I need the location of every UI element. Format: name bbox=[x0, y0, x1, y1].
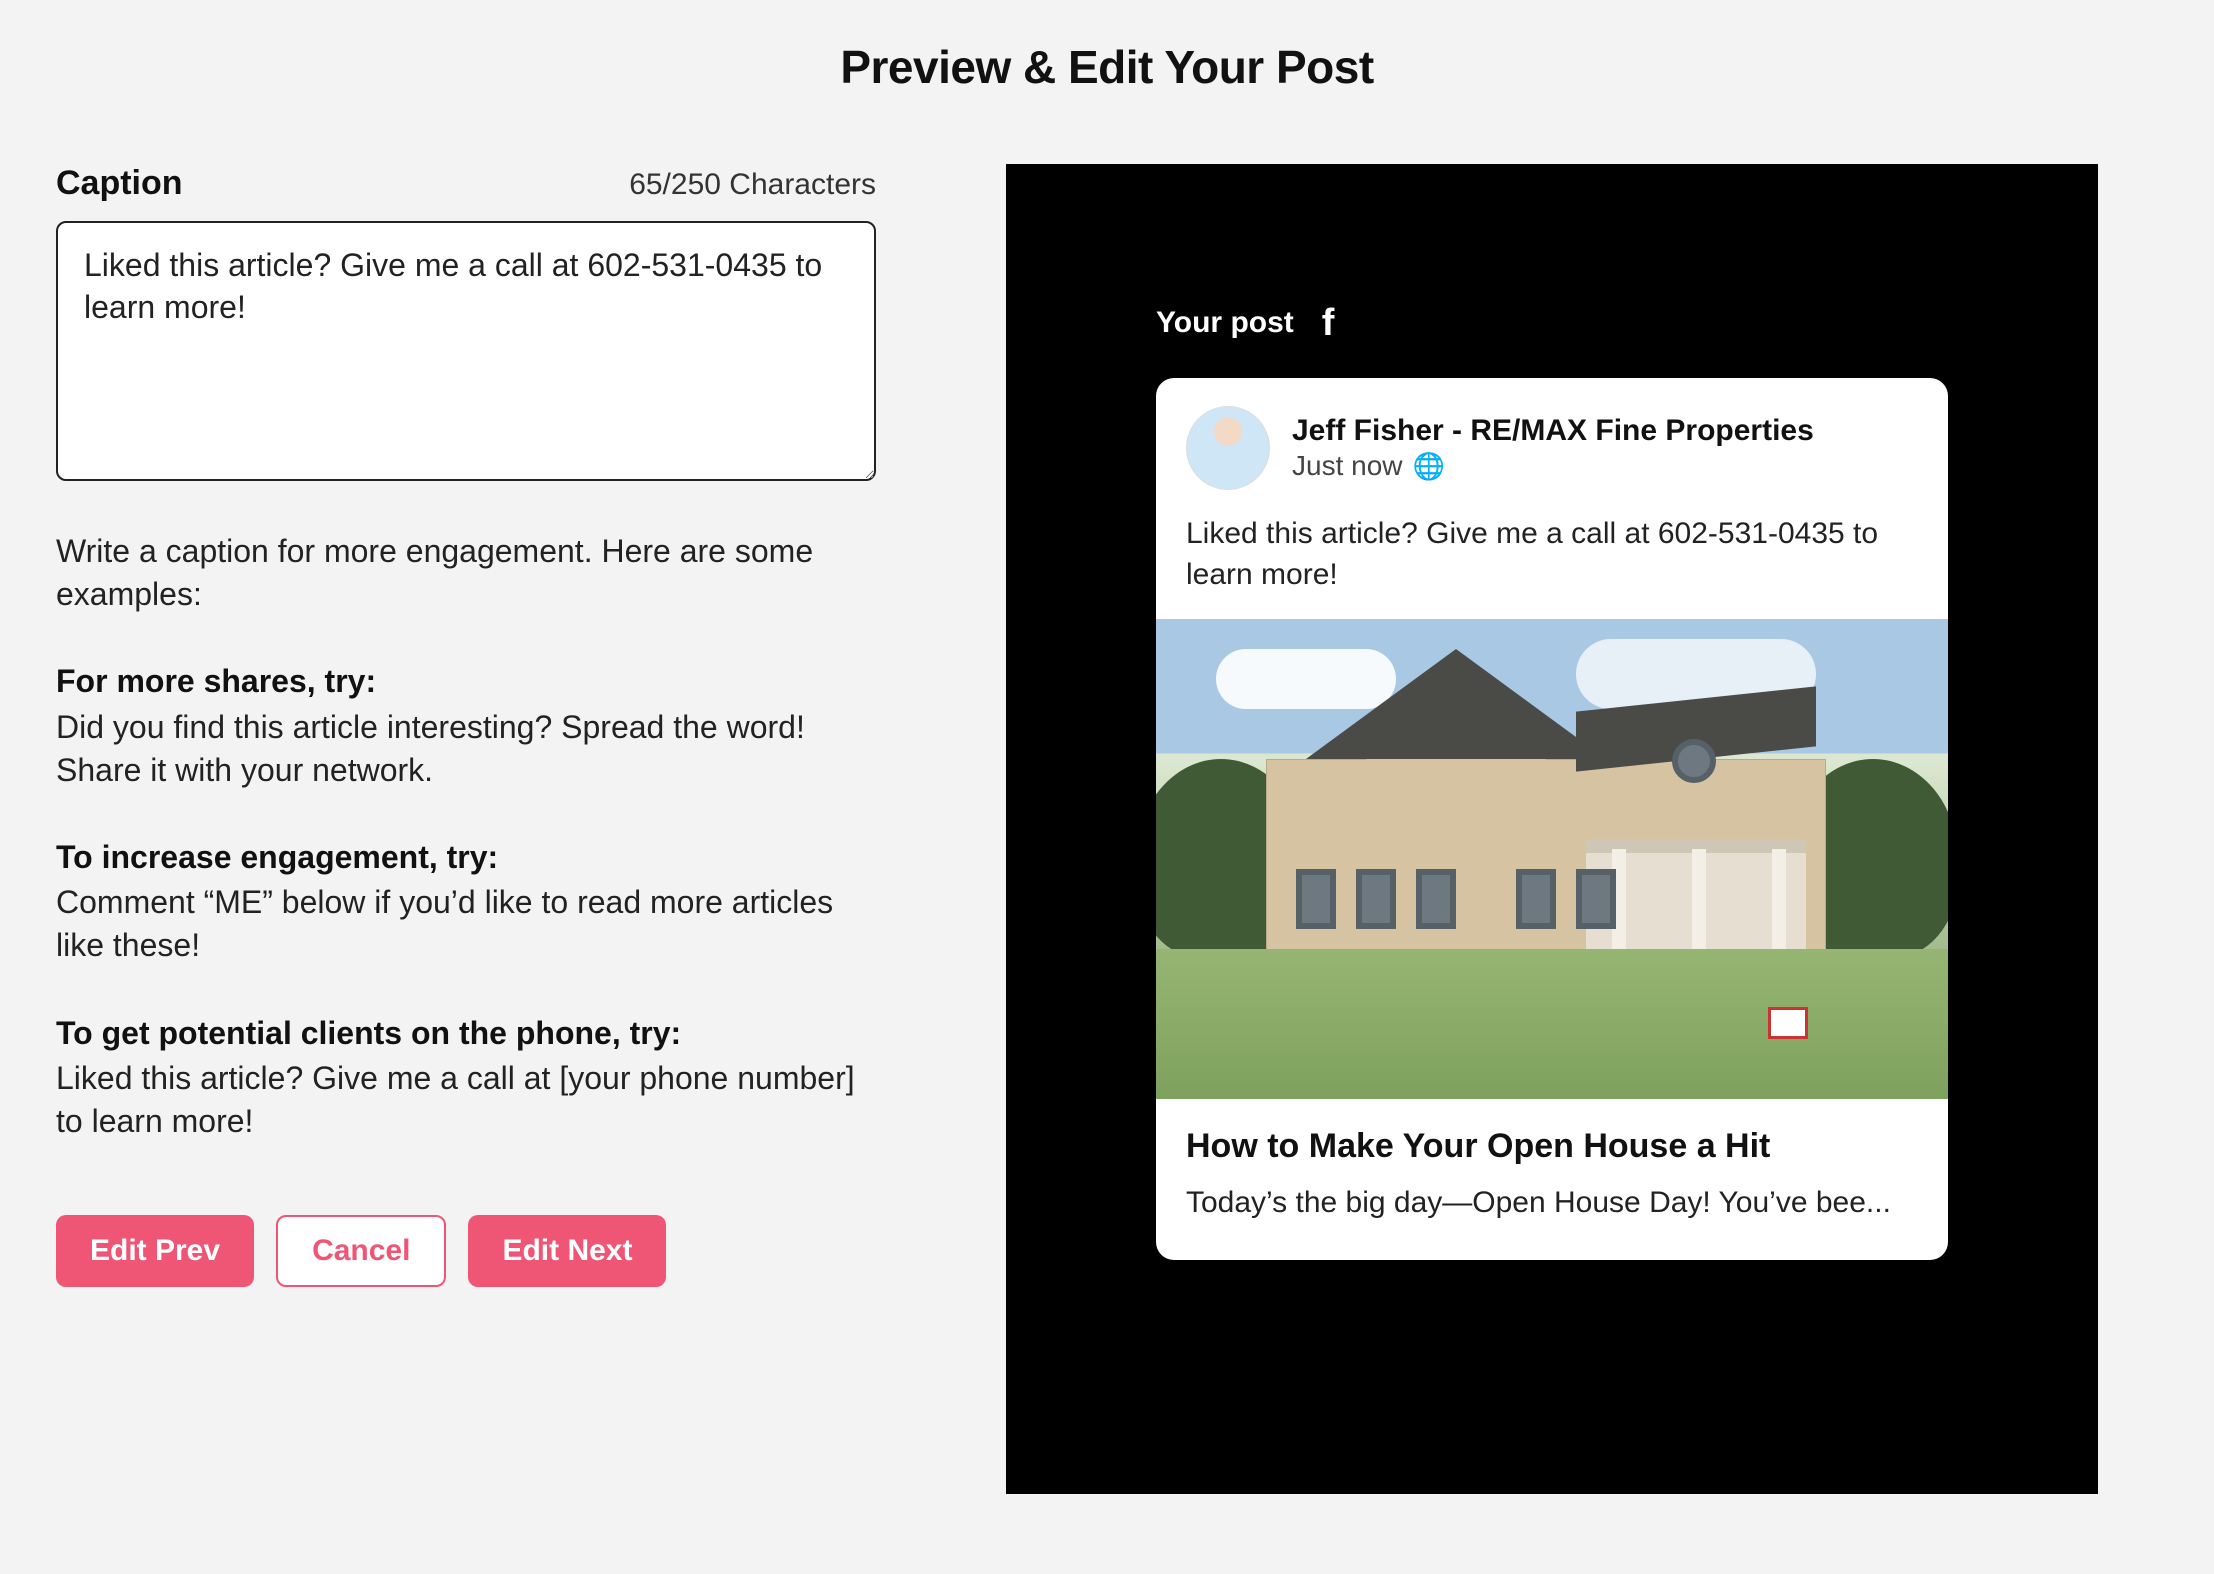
tip-head: To get potential clients on the phone, t… bbox=[56, 1012, 876, 1055]
post-card: Jeff Fisher - RE/MAX Fine Properties Jus… bbox=[1156, 378, 1948, 1260]
caption-input[interactable] bbox=[56, 221, 876, 481]
post-author: Jeff Fisher - RE/MAX Fine Properties bbox=[1292, 414, 1814, 448]
post-time: Just now bbox=[1292, 450, 1403, 482]
post-image bbox=[1156, 619, 1948, 1099]
globe-icon: 🌐 bbox=[1413, 453, 1445, 479]
article-excerpt: Today’s the big day—Open House Day! You’… bbox=[1186, 1186, 1918, 1220]
caption-help-text: Write a caption for more engagement. Her… bbox=[56, 530, 876, 616]
caption-label: Caption bbox=[56, 164, 183, 203]
edit-next-button[interactable]: Edit Next bbox=[468, 1215, 666, 1287]
tip-head: To increase engagement, try: bbox=[56, 836, 876, 879]
avatar bbox=[1186, 406, 1270, 490]
article-title: How to Make Your Open House a Hit bbox=[1186, 1127, 1918, 1166]
post-caption: Liked this article? Give me a call at 60… bbox=[1156, 514, 1948, 619]
your-post-label: Your post bbox=[1156, 306, 1294, 340]
cancel-button[interactable]: Cancel bbox=[276, 1215, 446, 1287]
open-sign-icon bbox=[1768, 1007, 1808, 1039]
tip-head: For more shares, try: bbox=[56, 660, 876, 703]
tip-engagement: To increase engagement, try: Comment “ME… bbox=[56, 836, 876, 968]
preview-panel: Your post f Jeff Fisher - RE/MAX Fine Pr… bbox=[1006, 164, 2098, 1494]
character-count: 65/250 Characters bbox=[629, 168, 876, 202]
page-title: Preview & Edit Your Post bbox=[56, 40, 2158, 94]
facebook-icon: f bbox=[1322, 304, 1335, 342]
editor-panel: Caption 65/250 Characters Write a captio… bbox=[56, 164, 876, 1287]
tip-body: Did you find this article interesting? S… bbox=[56, 706, 876, 792]
tip-body: Liked this article? Give me a call at [y… bbox=[56, 1057, 876, 1143]
edit-prev-button[interactable]: Edit Prev bbox=[56, 1215, 254, 1287]
tip-phone: To get potential clients on the phone, t… bbox=[56, 1012, 876, 1144]
tip-body: Comment “ME” below if you’d like to read… bbox=[56, 881, 876, 967]
tip-shares: For more shares, try: Did you find this … bbox=[56, 660, 876, 792]
